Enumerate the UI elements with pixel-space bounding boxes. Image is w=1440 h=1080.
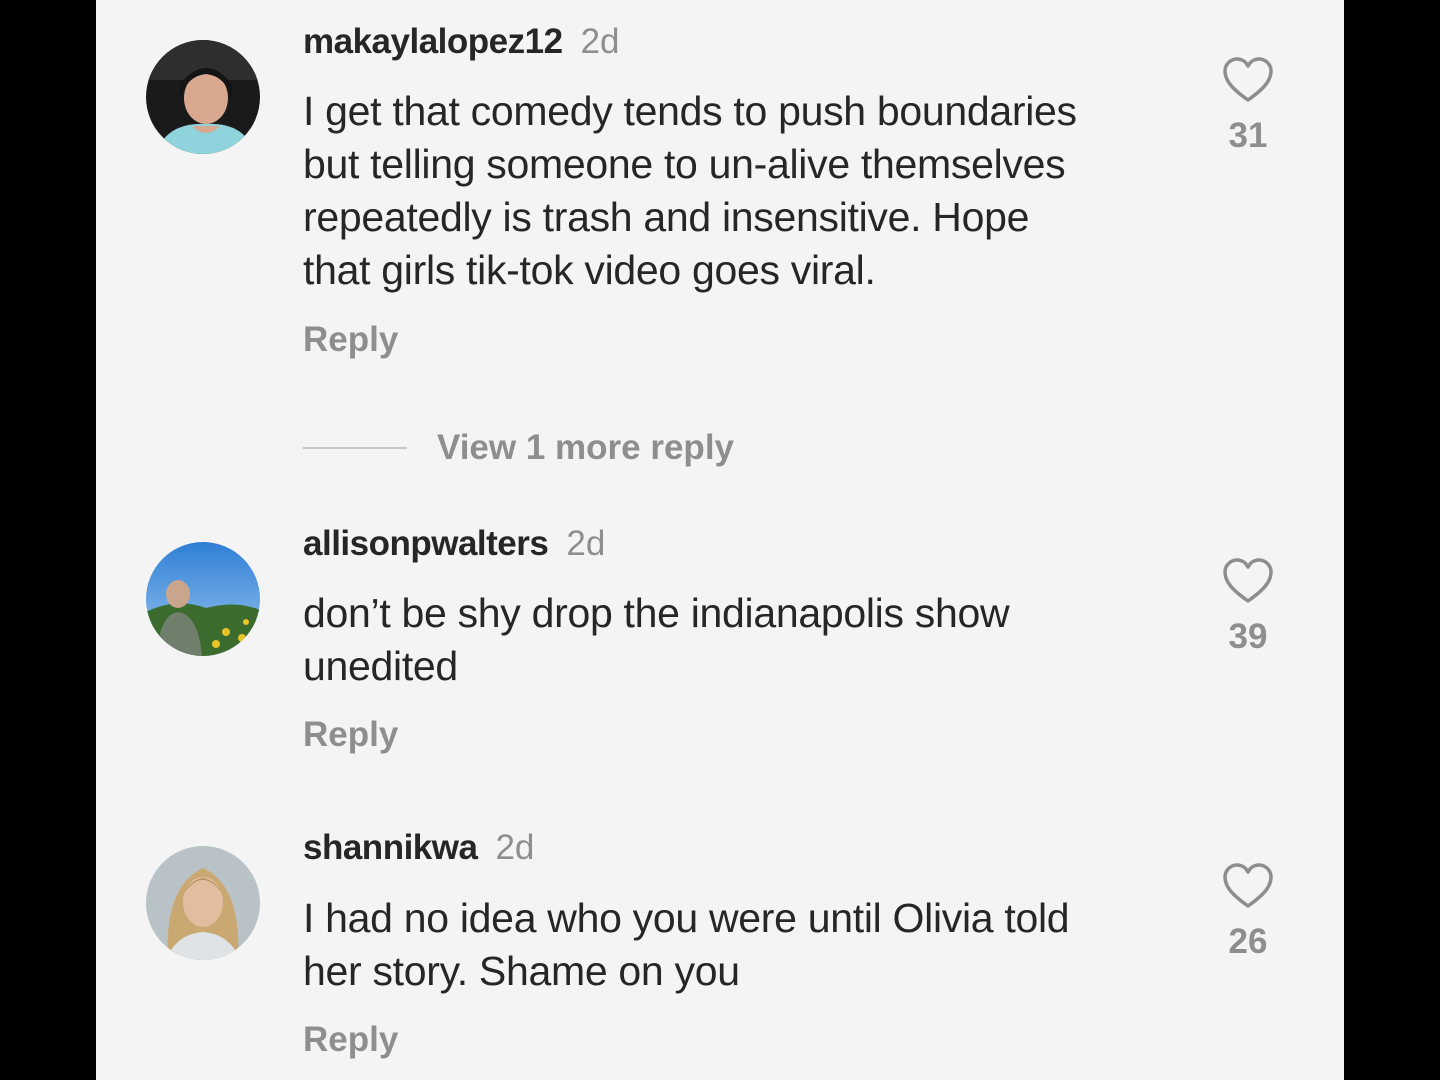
comment-text: I had no idea who you were until Olivia … (303, 892, 1203, 998)
divider-line (303, 447, 407, 449)
comment-text-line: repeatedly is trash and insensitive. Hop… (303, 194, 1030, 240)
comment-meta: allisonpwalters 2d (303, 524, 605, 564)
like-control: 39 (1218, 557, 1278, 657)
avatar-photo (146, 542, 260, 656)
avatar[interactable] (146, 542, 260, 656)
comment-text-line: her story. Shame on you (303, 948, 740, 994)
heart-outline-icon[interactable] (1221, 56, 1275, 104)
like-count: 31 (1228, 116, 1268, 155)
heart-outline-icon[interactable] (1221, 557, 1275, 605)
like-count: 26 (1228, 922, 1268, 961)
view-more-replies-button[interactable]: View 1 more reply (303, 428, 734, 468)
comment-text-line: I had no idea who you were until Olivia … (303, 895, 1070, 941)
avatar-photo (146, 40, 260, 154)
username[interactable]: allisonpwalters (303, 524, 549, 563)
comment-text-line: but telling someone to un-alive themselv… (303, 141, 1066, 187)
comment-text: don’t be shy drop the indianapolis show … (303, 587, 1203, 693)
comment-text: I get that comedy tends to push boundari… (303, 85, 1203, 297)
avatar[interactable] (146, 846, 260, 960)
timestamp: 2d (495, 828, 535, 867)
view-more-replies-label: View 1 more reply (437, 428, 735, 467)
timestamp: 2d (566, 524, 606, 563)
username[interactable]: shannikwa (303, 828, 478, 867)
comment-text-line: don’t be shy drop the indianapolis show (303, 590, 1010, 636)
reply-button[interactable]: Reply (303, 715, 398, 755)
comment-text-line: that girls tik-tok video goes viral. (303, 247, 876, 293)
reply-button[interactable]: Reply (303, 1020, 398, 1060)
like-count: 39 (1228, 617, 1268, 656)
comment-meta: makaylalopez12 2d (303, 22, 620, 62)
comment-text-line: unedited (303, 643, 458, 689)
username[interactable]: makaylalopez12 (303, 22, 563, 61)
heart-outline-icon[interactable] (1221, 862, 1275, 910)
reply-button[interactable]: Reply (303, 320, 398, 360)
comments-panel: makaylalopez12 2d I get that comedy tends… (96, 0, 1344, 1080)
comment-meta: shannikwa 2d (303, 828, 534, 868)
avatar-photo (146, 846, 260, 960)
like-control: 26 (1218, 862, 1278, 962)
avatar[interactable] (146, 40, 260, 154)
timestamp: 2d (580, 22, 620, 61)
comment-text-line: I get that comedy tends to push boundari… (303, 88, 1077, 134)
like-control: 31 (1218, 56, 1278, 156)
